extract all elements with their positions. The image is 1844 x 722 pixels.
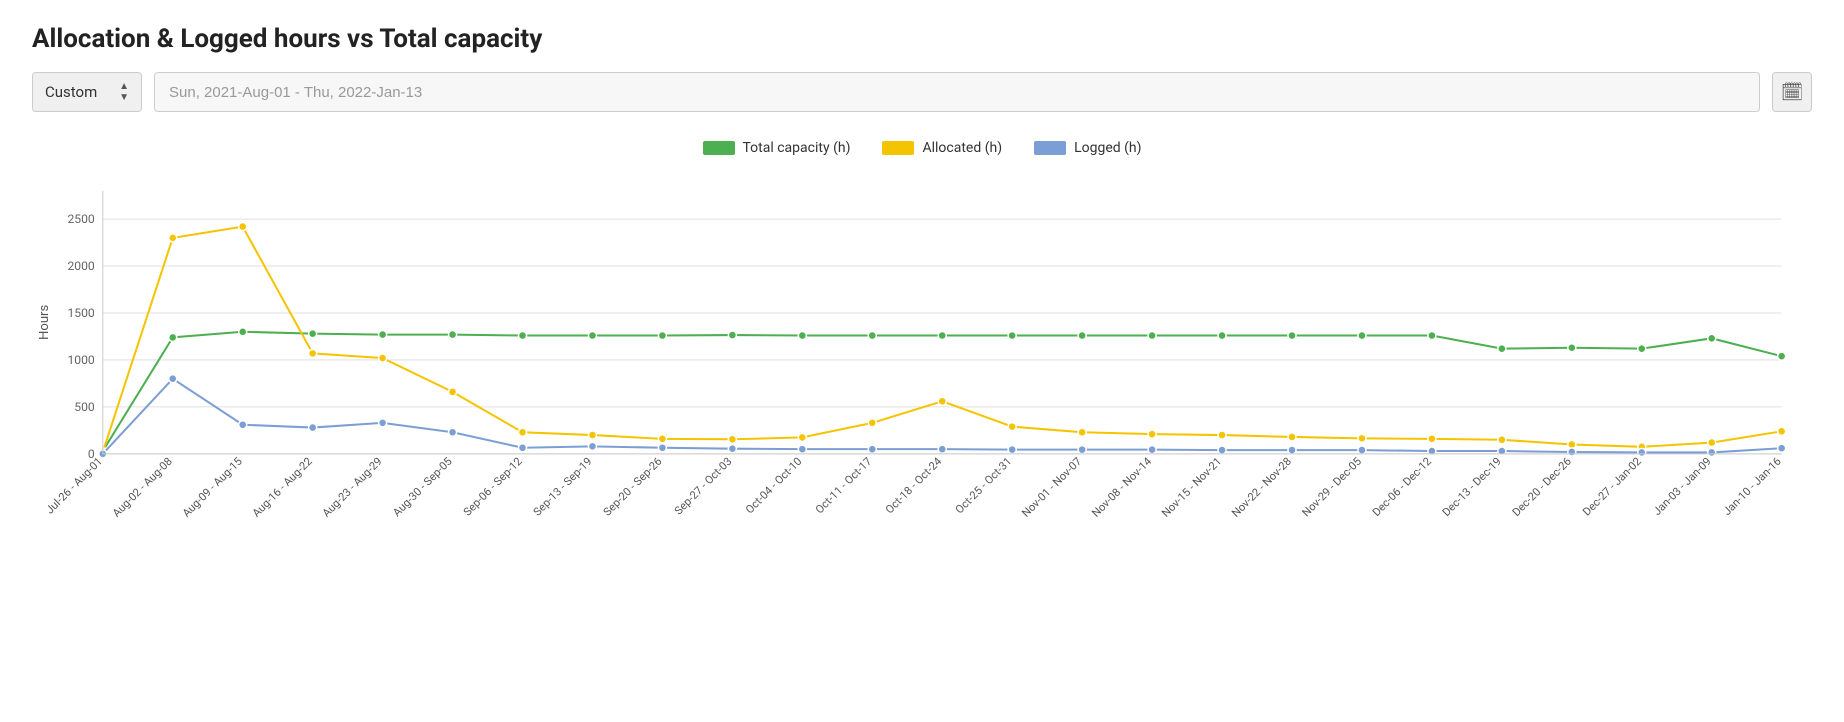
svg-text:Sep-06 - Sep-12: Sep-06 - Sep-12 — [461, 455, 525, 519]
legend-item-logged: Logged (h) — [1034, 140, 1141, 156]
svg-text:Dec-06 - Dec-12: Dec-06 - Dec-12 — [1370, 455, 1434, 519]
legend-label-allocated: Allocated (h) — [922, 140, 1002, 156]
legend-color-logged — [1034, 141, 1066, 155]
svg-text:Aug-02 - Aug-08: Aug-02 - Aug-08 — [110, 455, 175, 520]
svg-text:1500: 1500 — [67, 306, 94, 320]
svg-text:Jul-26 - Aug-01: Jul-26 - Aug-01 — [43, 455, 105, 517]
calendar-button[interactable]: 🗓 — [1772, 72, 1812, 112]
svg-text:Nov-08 - Nov-14: Nov-08 - Nov-14 — [1089, 455, 1154, 520]
svg-text:Oct-25 - Oct-31: Oct-25 - Oct-31 — [953, 455, 1014, 516]
legend-color-total — [703, 141, 735, 155]
chart-legend: Total capacity (h) Allocated (h) Logged … — [32, 140, 1812, 156]
svg-text:Nov-22 - Nov-28: Nov-22 - Nov-28 — [1229, 455, 1294, 520]
svg-text:Oct-04 - Oct-10: Oct-04 - Oct-10 — [743, 455, 804, 516]
svg-text:Nov-29 - Dec-05: Nov-29 - Dec-05 — [1300, 455, 1365, 520]
svg-text:Hours: Hours — [37, 304, 52, 340]
svg-text:1000: 1000 — [67, 353, 94, 367]
svg-text:Aug-09 - Aug-15: Aug-09 - Aug-15 — [180, 455, 245, 520]
page-title: Allocation & Logged hours vs Total capac… — [32, 24, 1812, 54]
svg-text:Aug-30 - Sep-05: Aug-30 - Sep-05 — [390, 455, 454, 519]
period-select[interactable]: Custom ▲▼ — [32, 72, 142, 112]
svg-text:Sep-27 - Oct-03: Sep-27 - Oct-03 — [672, 455, 735, 518]
legend-item-total: Total capacity (h) — [703, 140, 851, 156]
svg-text:Nov-15 - Nov-21: Nov-15 - Nov-21 — [1159, 455, 1224, 520]
svg-text:Oct-18 - Oct-24: Oct-18 - Oct-24 — [883, 455, 944, 516]
chart-container: Total capacity (h) Allocated (h) Logged … — [32, 140, 1812, 620]
svg-text:2000: 2000 — [67, 259, 94, 273]
period-select-label: Custom — [45, 83, 97, 101]
legend-item-allocated: Allocated (h) — [882, 140, 1002, 156]
controls-row: Custom ▲▼ 🗓 — [32, 72, 1812, 112]
svg-text:Dec-20 - Dec-26: Dec-20 - Dec-26 — [1510, 455, 1574, 519]
svg-text:500: 500 — [74, 400, 95, 414]
main-chart-svg: 05001000150020002500HoursJul-26 - Aug-01… — [32, 168, 1812, 588]
svg-text:Dec-13 - Dec-19: Dec-13 - Dec-19 — [1440, 455, 1504, 519]
select-arrows-icon: ▲▼ — [119, 81, 129, 103]
date-range-input[interactable] — [154, 72, 1760, 112]
legend-color-allocated — [882, 141, 914, 155]
svg-text:Nov-01 - Nov-07: Nov-01 - Nov-07 — [1019, 455, 1084, 520]
svg-text:Oct-11 - Oct-17: Oct-11 - Oct-17 — [813, 455, 874, 516]
svg-text:Aug-23 - Aug-29: Aug-23 - Aug-29 — [320, 455, 385, 520]
calendar-icon: 🗓 — [1781, 82, 1804, 103]
svg-text:2500: 2500 — [67, 212, 94, 226]
svg-text:Jan-03 - Jan-09: Jan-03 - Jan-09 — [1651, 455, 1714, 518]
legend-label-total: Total capacity (h) — [743, 140, 851, 156]
svg-text:Sep-13 - Sep-19: Sep-13 - Sep-19 — [531, 455, 595, 519]
svg-text:Jan-10 - Jan-16: Jan-10 - Jan-16 — [1721, 455, 1784, 518]
legend-label-logged: Logged (h) — [1074, 140, 1141, 156]
svg-text:Aug-16 - Aug-22: Aug-16 - Aug-22 — [250, 455, 315, 520]
svg-text:Sep-20 - Sep-26: Sep-20 - Sep-26 — [601, 455, 665, 519]
svg-text:Dec-27 - Jan-02: Dec-27 - Jan-02 — [1580, 455, 1644, 519]
